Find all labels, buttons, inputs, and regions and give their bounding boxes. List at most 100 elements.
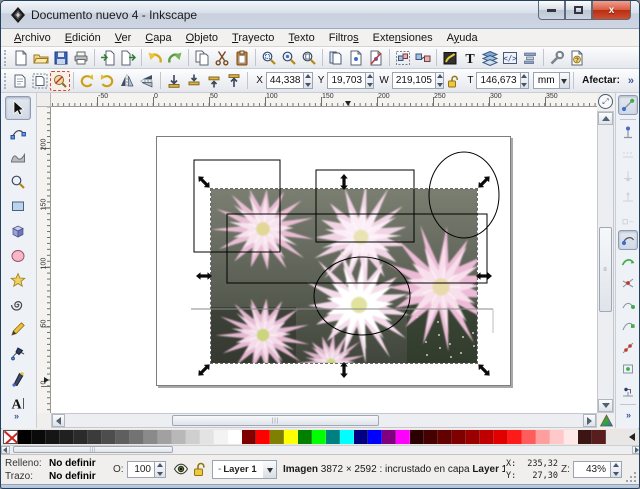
menu-trayecto[interactable]: Trayecto: [225, 31, 281, 45]
snap-bbox-centers[interactable]: [618, 209, 638, 229]
raise-to-top-button[interactable]: [224, 71, 244, 91]
lower-to-bottom-button[interactable]: [164, 71, 184, 91]
snap-cusp-nodes[interactable]: [618, 295, 638, 315]
vertical-ruler[interactable]: 200 150 100 50 0: [37, 107, 51, 413]
color-swatch[interactable]: [578, 430, 592, 444]
color-swatch[interactable]: [186, 430, 200, 444]
field-w-spinner[interactable]: [436, 72, 445, 89]
snap-line-midpoints[interactable]: [618, 338, 638, 358]
color-swatch[interactable]: [480, 430, 494, 444]
snap-bbox-edges[interactable]: [618, 144, 638, 164]
deselect-button[interactable]: [50, 70, 71, 91]
palette-overflow-arrow[interactable]: [625, 433, 635, 441]
redo-icon[interactable]: [165, 48, 185, 68]
color-swatch[interactable]: [130, 430, 144, 444]
snap-rotation-centers[interactable]: [618, 381, 638, 401]
new-document-icon[interactable]: [11, 48, 31, 68]
import-icon[interactable]: [98, 48, 118, 68]
cms-toggle-icon[interactable]: [599, 414, 614, 428]
vertical-scroll-thumb[interactable]: ≡: [599, 227, 612, 312]
layer-selector-dropdown[interactable]: [263, 460, 277, 479]
color-swatch[interactable]: [270, 430, 284, 444]
unlink-clone-icon[interactable]: [366, 48, 386, 68]
create-clone-icon[interactable]: [346, 48, 366, 68]
color-swatch[interactable]: [298, 430, 312, 444]
color-swatch[interactable]: [102, 430, 116, 444]
rotate-ccw-button[interactable]: [77, 71, 97, 91]
save-document-icon[interactable]: [51, 48, 71, 68]
flip-vertical-button[interactable]: [137, 71, 157, 91]
ungroup-icon[interactable]: [413, 48, 433, 68]
unit-dropdown-button[interactable]: [559, 72, 571, 89]
color-swatch[interactable]: [144, 430, 158, 444]
layer-visibility-icon[interactable]: [173, 461, 189, 477]
scroll-left-button[interactable]: [52, 414, 65, 427]
color-swatch[interactable]: [200, 430, 214, 444]
menu-extensiones[interactable]: Extensiones: [366, 31, 440, 45]
opacity-spinner[interactable]: [155, 461, 166, 478]
tool-selector[interactable]: [5, 96, 31, 120]
layer-selector[interactable]: - Layer 1: [212, 460, 264, 479]
color-swatch[interactable]: [466, 430, 480, 444]
horizontal-scrollbar[interactable]: |||: [51, 413, 597, 428]
field-y-spinner[interactable]: [366, 72, 375, 89]
menu-edicion[interactable]: Edición: [58, 31, 108, 45]
open-document-icon[interactable]: [31, 48, 51, 68]
menu-filtros[interactable]: Filtros: [322, 31, 366, 45]
color-swatch[interactable]: [172, 430, 186, 444]
menu-ayuda[interactable]: Ayuda: [440, 31, 485, 45]
layers-dialog-icon[interactable]: [480, 48, 500, 68]
color-swatch[interactable]: [522, 430, 536, 444]
color-swatch[interactable]: [74, 430, 88, 444]
color-swatch[interactable]: [312, 430, 326, 444]
color-swatch[interactable]: [88, 430, 102, 444]
tool-3dbox[interactable]: [5, 219, 31, 243]
zoom-field[interactable]: 43%: [573, 461, 611, 478]
fill-stroke-dialog-icon[interactable]: [440, 48, 460, 68]
palette-scroll-left[interactable]: [1, 446, 10, 454]
field-t[interactable]: 146,673: [476, 72, 521, 89]
flip-horizontal-button[interactable]: [117, 71, 137, 91]
stroke-value[interactable]: No definir: [49, 471, 96, 482]
menu-objeto[interactable]: Objeto: [179, 31, 225, 45]
color-swatch[interactable]: [438, 430, 452, 444]
undo-icon[interactable]: [145, 48, 165, 68]
color-swatch[interactable]: [18, 430, 32, 444]
tool-star[interactable]: [5, 268, 31, 292]
toolbar-overflow-button[interactable]: »: [623, 75, 639, 87]
resize-grip[interactable]: [625, 471, 637, 483]
snap-toggle[interactable]: [618, 95, 638, 115]
raise-button[interactable]: [204, 71, 224, 91]
tool-calligraphy[interactable]: [5, 367, 31, 391]
snap-bbox-edge-midpoints[interactable]: [618, 187, 638, 207]
scroll-right-button[interactable]: [583, 414, 596, 427]
color-swatch[interactable]: [284, 430, 298, 444]
paste-icon[interactable]: [232, 48, 252, 68]
snap-nodes-toggle[interactable]: [618, 230, 638, 250]
color-swatch[interactable]: [536, 430, 550, 444]
layer-lock-icon[interactable]: [192, 461, 208, 477]
tool-node-editor[interactable]: [5, 121, 31, 145]
lower-button[interactable]: [184, 71, 204, 91]
scroll-up-button[interactable]: [598, 112, 613, 125]
horizontal-ruler[interactable]: -50 0 50 100 150 200 250 300 350: [51, 93, 597, 107]
export-icon[interactable]: [118, 48, 138, 68]
cactus-flower-image[interactable]: [210, 188, 478, 364]
color-swatch[interactable]: [550, 430, 564, 444]
canvas[interactable]: [51, 107, 597, 413]
tool-pencil[interactable]: [5, 317, 31, 341]
palette-scroll-thumb[interactable]: |||: [13, 446, 173, 453]
rotate-cw-button[interactable]: [97, 71, 117, 91]
snap-paths[interactable]: [618, 252, 638, 272]
minimize-button[interactable]: [538, 1, 565, 20]
tool-spiral[interactable]: [5, 293, 31, 317]
preferences-icon[interactable]: [547, 48, 567, 68]
color-swatch[interactable]: [32, 430, 46, 444]
duplicate-icon[interactable]: [326, 48, 346, 68]
group-icon[interactable]: [393, 48, 413, 68]
scroll-down-button[interactable]: [598, 399, 613, 412]
align-dialog-icon[interactable]: [520, 48, 540, 68]
color-swatch[interactable]: [508, 430, 522, 444]
no-color-swatch[interactable]: [3, 430, 18, 444]
color-swatch[interactable]: [354, 430, 368, 444]
